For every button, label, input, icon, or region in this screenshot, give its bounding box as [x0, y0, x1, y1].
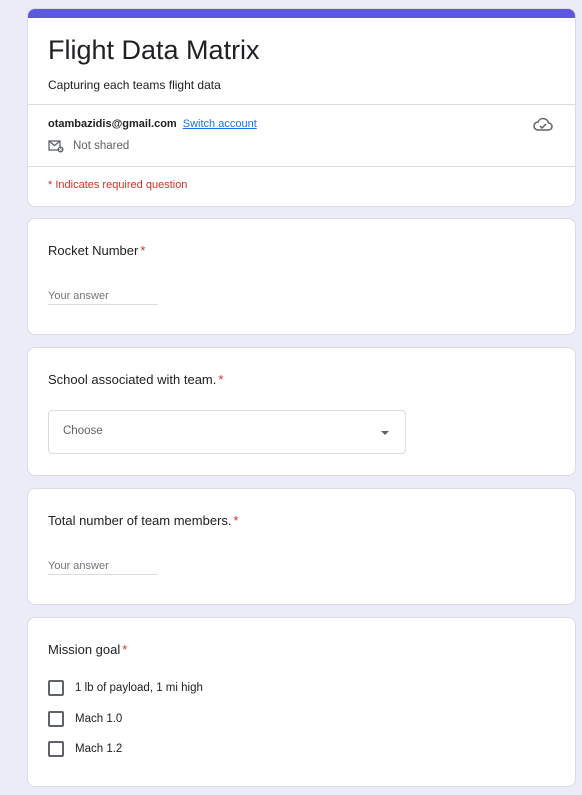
option-label: Mach 1.2 — [75, 743, 123, 755]
question-rocket-number: Rocket Number * — [27, 218, 576, 335]
question-title: Mission goal * — [48, 641, 127, 659]
rocket-number-input[interactable] — [48, 287, 158, 305]
option-label: 1 lb of payload, 1 mi high — [75, 682, 203, 694]
question-mission-goal: Mission goal * 1 lb of payload, 1 mi high… — [27, 617, 576, 787]
question-label: School associated with team. — [48, 372, 217, 387]
header-divider — [28, 104, 575, 105]
account-divider — [28, 166, 575, 167]
question-title: School associated with team. * — [48, 371, 223, 389]
question-team-members: Total number of team members. * — [27, 488, 576, 605]
shared-status: Not shared — [48, 139, 129, 153]
form-page: Flight Data Matrix Capturing each teams … — [0, 0, 582, 795]
account-line: otambazidis@gmail.com Switch account — [48, 117, 257, 131]
team-members-input[interactable] — [48, 557, 158, 575]
checkbox[interactable] — [48, 680, 64, 696]
required-asterisk: * — [233, 513, 239, 528]
question-label: Rocket Number — [48, 243, 139, 258]
required-asterisk: * — [140, 243, 146, 258]
question-school: School associated with team. * Choose — [27, 347, 576, 476]
required-note: * Indicates required question — [48, 179, 188, 191]
switch-account-link[interactable]: Switch account — [183, 118, 257, 130]
account-email: otambazidis@gmail.com — [48, 118, 177, 130]
header-accent-bar — [28, 9, 575, 18]
dropdown-value: Choose — [63, 425, 103, 437]
option-label: Mach 1.0 — [75, 713, 123, 725]
form-description: Capturing each teams flight data — [48, 78, 221, 92]
checkbox-option[interactable]: 1 lb of payload, 1 mi high — [48, 680, 203, 696]
checkbox-option[interactable]: Mach 1.0 — [48, 711, 122, 727]
cloud-check-icon[interactable] — [533, 116, 553, 132]
not-shared-mail-icon — [48, 139, 64, 152]
school-dropdown[interactable]: Choose — [48, 410, 406, 454]
checkbox-option[interactable]: Mach 1.2 — [48, 741, 122, 757]
question-title: Rocket Number * — [48, 242, 145, 260]
required-asterisk: * — [122, 642, 128, 657]
checkbox[interactable] — [48, 711, 64, 727]
question-label: Total number of team members. — [48, 513, 232, 528]
question-title: Total number of team members. * — [48, 512, 239, 530]
checkbox[interactable] — [48, 741, 64, 757]
form-header-card: Flight Data Matrix Capturing each teams … — [27, 8, 576, 207]
form-title: Flight Data Matrix — [48, 35, 260, 65]
arrow-drop-down-icon — [381, 431, 389, 435]
shared-status-label: Not shared — [73, 140, 130, 152]
required-asterisk: * — [218, 372, 224, 387]
question-label: Mission goal — [48, 642, 121, 657]
